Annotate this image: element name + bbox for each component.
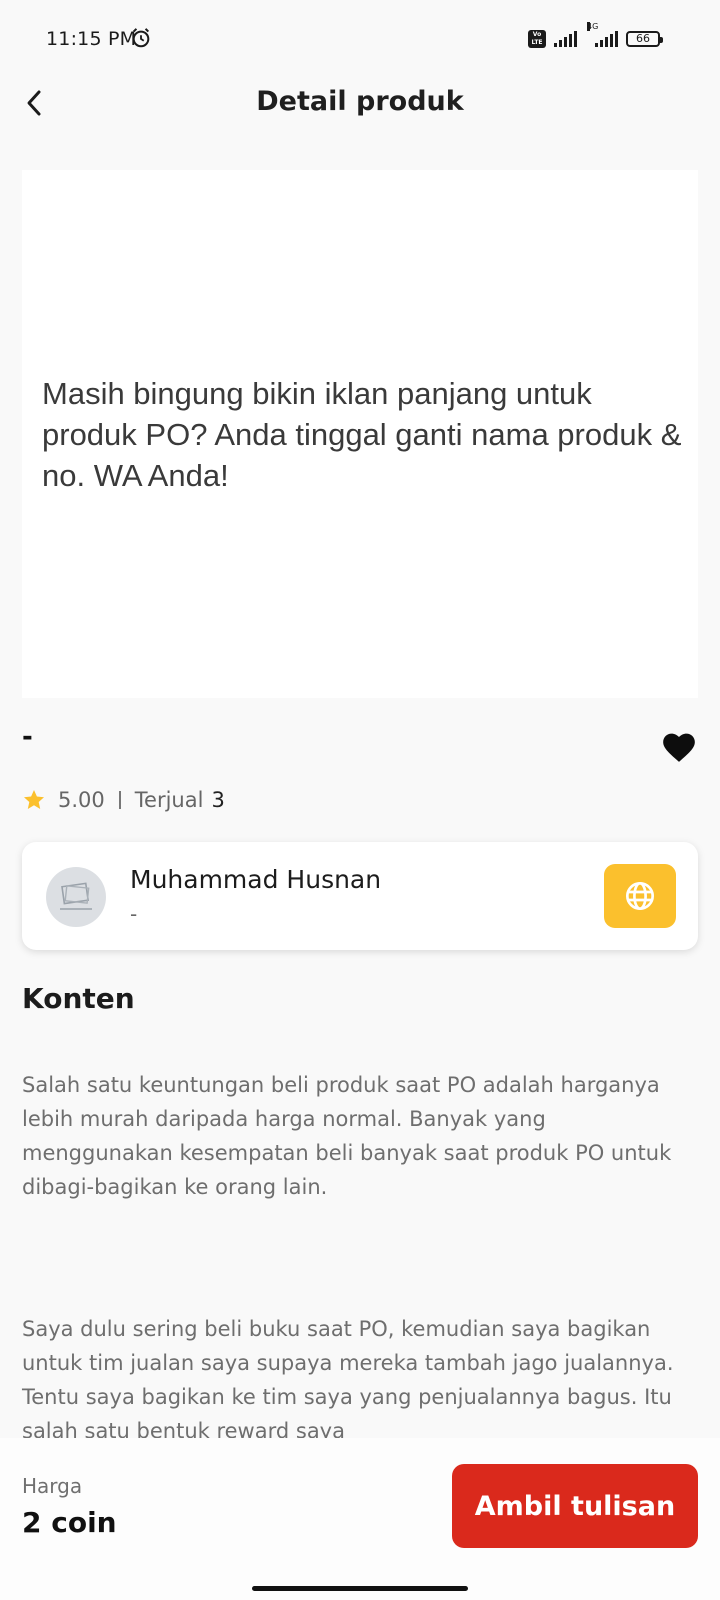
avatar [46, 867, 106, 927]
signal-icon [554, 31, 577, 47]
product-image: Masih bingung bikin iklan panjang untuk … [22, 170, 698, 698]
page-title: Detail produk [256, 86, 464, 117]
content-paragraph: Salah satu keuntungan beli produk saat P… [22, 1073, 672, 1199]
bottom-bar: Harga 2 coin Ambil tulisan [0, 1438, 720, 1600]
price-value: 2 coin [22, 1506, 117, 1539]
battery-icon: 66 [626, 31, 663, 47]
alarm-icon [132, 28, 150, 48]
rating-value: 5.00 [58, 788, 105, 812]
product-name: - [22, 722, 33, 752]
volte-icon: Vo LTE [528, 30, 546, 48]
seller-card[interactable]: Muhammad Husnan - [22, 842, 698, 950]
seller-name: Muhammad Husnan [130, 865, 382, 894]
take-writing-button[interactable]: Ambil tulisan [452, 1464, 698, 1548]
favorite-button[interactable] [660, 728, 698, 764]
status-bar: 11:15 PM Vo LTE 4G 66 [0, 0, 720, 80]
seller-subtitle: - [130, 902, 138, 926]
content-paragraph: Saya dulu sering beli buku saat PO, kemu… [22, 1317, 674, 1443]
status-time: 11:15 PM [46, 28, 137, 50]
rating-row: 5.00 Terjual 3 [22, 786, 225, 814]
network-4g-icon: 4G [585, 22, 618, 47]
sold-label: Terjual [134, 788, 204, 812]
network-type: 4G [587, 22, 599, 31]
heart-icon [663, 733, 695, 762]
globe-icon [626, 882, 654, 910]
star-icon [24, 790, 44, 809]
home-indicator[interactable] [252, 1586, 468, 1591]
status-icons: Vo LTE 4G 66 [528, 22, 663, 50]
app-bar: Detail produk [0, 80, 720, 160]
price-label: Harga [22, 1474, 83, 1498]
rating-divider [118, 791, 121, 809]
product-image-text: Masih bingung bikin iklan panjang untuk … [42, 376, 682, 493]
website-button[interactable] [604, 864, 676, 928]
content-section-title: Konten [22, 982, 135, 1015]
sold-count: 3 [211, 788, 225, 812]
seller-logo-icon [60, 882, 92, 910]
